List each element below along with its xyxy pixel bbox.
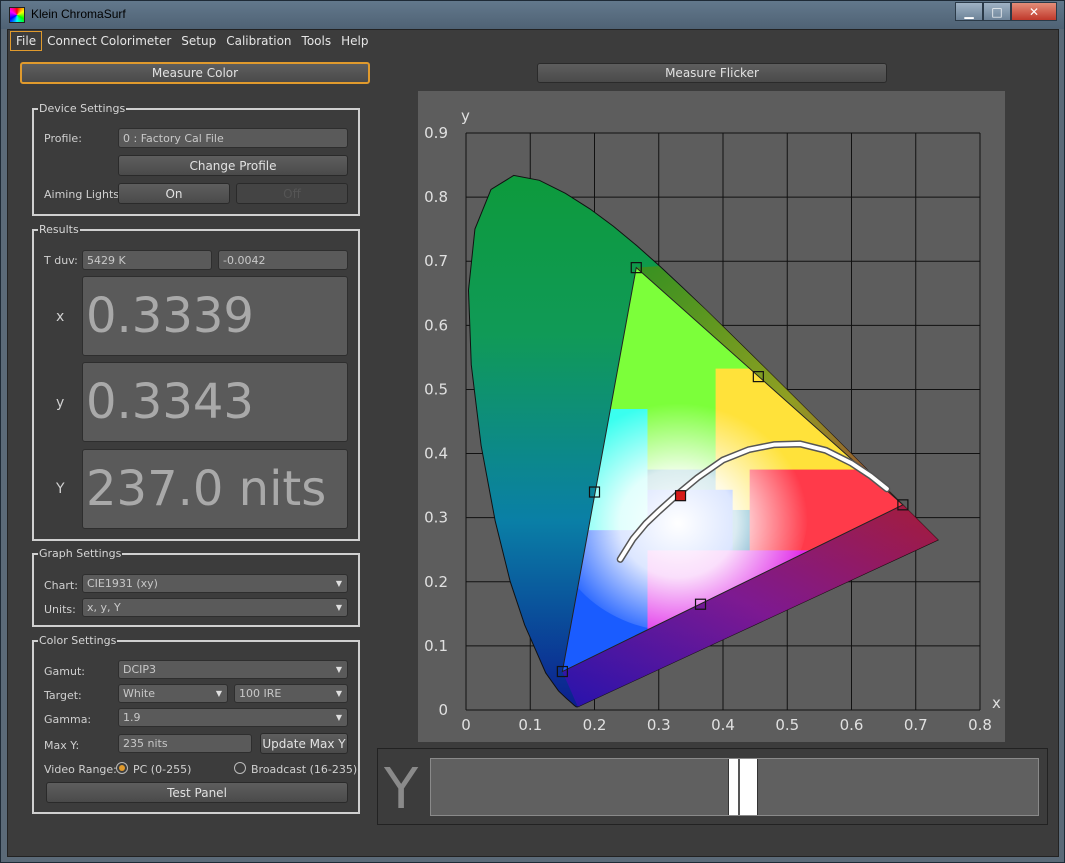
x-tick-label: 0.2 — [583, 716, 607, 734]
aiming-off-button[interactable]: Off — [236, 183, 348, 204]
y-tick-label: 0.3 — [424, 509, 448, 527]
menu-tools[interactable]: Tools — [297, 32, 337, 50]
menu-file[interactable]: File — [10, 31, 43, 51]
target-select[interactable]: White — [118, 684, 228, 703]
app-icon — [9, 7, 25, 23]
video-range-label: Video Range: — [44, 763, 117, 776]
results-group: Results T duv: 5429 K -0.0042 x 0.3339 y… — [32, 223, 360, 541]
target-label: Target: — [44, 689, 82, 702]
x-result-label: x — [56, 309, 65, 325]
title-bar[interactable]: Klein ChromaSurf ▁ □ ✕ — [1, 1, 1064, 29]
change-profile-button[interactable]: Change Profile — [118, 155, 348, 176]
luminance-bar-panel: Y — [377, 748, 1048, 825]
max-y-label: Max Y: — [44, 739, 80, 752]
menu-bar: File Connect Colorimeter Setup Calibrati… — [8, 30, 1058, 52]
gamut-label: Gamut: — [44, 665, 85, 678]
y-tick-label: 0.2 — [424, 573, 448, 591]
pc-range-radio[interactable] — [116, 762, 128, 774]
aiming-on-button[interactable]: On — [118, 183, 230, 204]
x-axis-label: x — [992, 694, 1001, 712]
y-tick-label: 0.4 — [424, 445, 448, 463]
x-tick-label: 0.3 — [647, 716, 671, 734]
measure-flicker-button[interactable]: Measure Flicker — [537, 63, 887, 83]
luminance-target-marker — [738, 759, 740, 815]
window-title: Klein ChromaSurf — [31, 7, 126, 21]
aiming-lights-label: Aiming Lights: — [44, 188, 123, 201]
device-settings-group: Device Settings Profile: 0 : Factory Cal… — [32, 102, 360, 216]
menu-calibration[interactable]: Calibration — [221, 32, 296, 50]
luminance-label: Y — [56, 481, 65, 497]
x-tick-label: 0.7 — [904, 716, 928, 734]
y-result-label: y — [56, 395, 65, 411]
x-tick-label: 0 — [461, 716, 471, 734]
maximize-button[interactable]: □ — [983, 2, 1011, 21]
menu-help[interactable]: Help — [336, 32, 373, 50]
y-tick-label: 0 — [438, 701, 448, 719]
units-label: Units: — [44, 603, 76, 616]
luminance-bar-track — [430, 758, 1039, 816]
gamma-select[interactable]: 1.9 — [118, 708, 348, 727]
update-max-y-button[interactable]: Update Max Y — [260, 733, 348, 754]
y-tick-label: 0.7 — [424, 252, 448, 270]
test-panel-button[interactable]: Test Panel — [46, 782, 348, 803]
tduv-label: T duv: — [44, 254, 78, 267]
measure-color-button[interactable]: Measure Color — [20, 62, 370, 84]
y-axis-label: y — [461, 107, 470, 125]
y-tick-label: 0.1 — [424, 637, 448, 655]
main-client-area: File Connect Colorimeter Setup Calibrati… — [7, 29, 1059, 857]
app-window: Klein ChromaSurf ▁ □ ✕ File Connect Colo… — [0, 0, 1065, 863]
x-tick-label: 0.6 — [840, 716, 864, 734]
luminance-bar-fill — [728, 759, 758, 815]
duv-field: -0.0042 — [218, 250, 348, 270]
y-tick-label: 0.6 — [424, 316, 448, 334]
chart-label: Chart: — [44, 579, 78, 592]
color-settings-title: Color Settings — [38, 634, 118, 647]
device-settings-title: Device Settings — [38, 102, 127, 115]
broadcast-range-label[interactable]: Broadcast (16-235) — [251, 763, 357, 776]
gamma-label: Gamma: — [44, 713, 92, 726]
x-tick-label: 0.5 — [775, 716, 799, 734]
menu-connect-colorimeter[interactable]: Connect Colorimeter — [42, 32, 176, 50]
cct-field: 5429 K — [82, 250, 212, 270]
cie1931-chart: 0 0.1 0.2 0.3 0.4 0.5 0.6 0.7 0.8 0 0.1 0.2 0.3 0.4 0.… — [424, 107, 1001, 734]
profile-field[interactable]: 0 : Factory Cal File — [118, 128, 348, 148]
ire-select[interactable]: 100 IRE — [234, 684, 348, 703]
close-button[interactable]: ✕ — [1011, 2, 1057, 21]
broadcast-range-radio[interactable] — [234, 762, 246, 774]
minimize-button[interactable]: ▁ — [955, 2, 983, 21]
graph-settings-title: Graph Settings — [38, 547, 123, 560]
y-tick-label: 0.8 — [424, 188, 448, 206]
x-tick-label: 0.1 — [518, 716, 542, 734]
x-tick-label: 0.8 — [968, 716, 992, 734]
y-tick-label: 0.9 — [424, 124, 448, 142]
measured-point-marker — [674, 490, 687, 502]
graph-settings-group: Graph Settings Chart: CIE1931 (xy) Units… — [32, 547, 360, 627]
pc-range-label[interactable]: PC (0-255) — [133, 763, 191, 776]
x-tick-label: 0.4 — [711, 716, 735, 734]
results-title: Results — [38, 223, 80, 236]
luminance-value: 237.0 nits — [82, 449, 348, 529]
gamut-select[interactable]: DCIP3 — [118, 660, 348, 679]
max-y-input[interactable]: 235 nits — [118, 734, 252, 753]
x-result-value: 0.3339 — [82, 276, 348, 356]
profile-label: Profile: — [44, 132, 82, 145]
menu-setup[interactable]: Setup — [176, 32, 221, 50]
chart-select[interactable]: CIE1931 (xy) — [82, 574, 348, 593]
chromaticity-chart-panel: 0 0.1 0.2 0.3 0.4 0.5 0.6 0.7 0.8 0 0.1 0.2 0.3 0.4 0.… — [418, 91, 1005, 742]
y-result-value: 0.3343 — [82, 362, 348, 442]
color-settings-group: Color Settings Gamut: DCIP3 Target: Whit… — [32, 634, 360, 814]
units-select[interactable]: x, y, Y — [82, 598, 348, 617]
luminance-bar-label: Y — [384, 757, 419, 822]
y-tick-label: 0.5 — [424, 380, 448, 398]
